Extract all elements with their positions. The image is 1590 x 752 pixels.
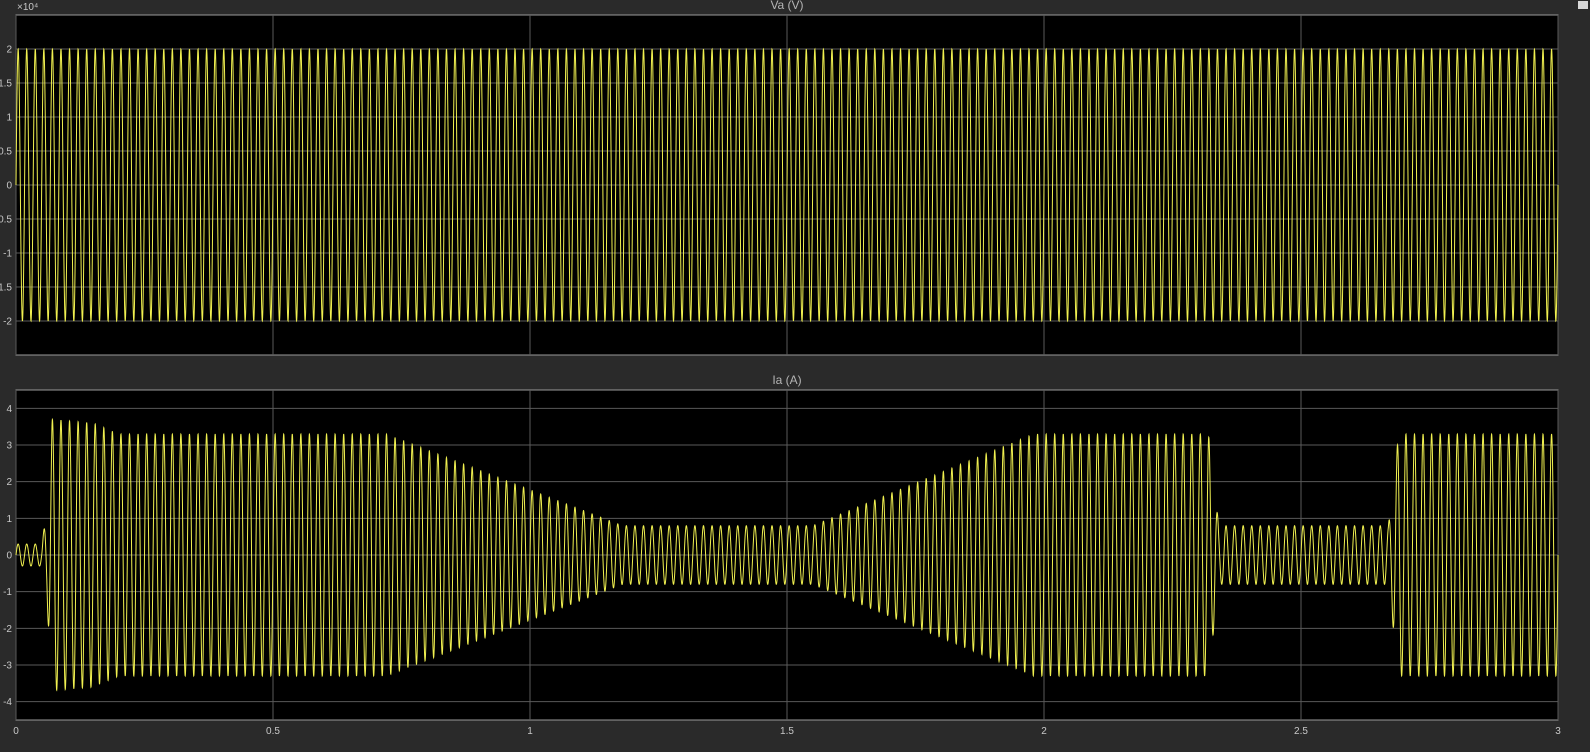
y-tick-label: 2	[6, 477, 12, 488]
x-tick-label: 2	[1041, 726, 1047, 737]
y-tick-label: 1	[6, 514, 12, 525]
panel-title: Va (V)	[770, 0, 803, 12]
scope-figure: 2 1.5 1 0.5 0 0.5 -1 1.5 -2 Va (V) ×10⁴ 4 3 2 1 0 -1 -2 -3…	[0, 0, 1588, 737]
y-tick-label: 2	[6, 45, 12, 56]
y-tick-label: -2	[3, 624, 12, 635]
y-tick-label: 0.5	[0, 147, 12, 158]
y-tick-label: 4	[6, 404, 12, 415]
scope-panel-1: 2 1.5 1 0.5 0 0.5 -1 1.5 -2 Va (V) ×10⁴	[0, 0, 1559, 356]
y-tick-label: 0	[6, 181, 12, 192]
x-tick-label: 1.5	[780, 726, 794, 737]
axis-exponent-label: ×10⁴	[17, 2, 38, 13]
y-tick-label: 3	[6, 441, 12, 452]
y-tick-label: -1	[3, 249, 12, 260]
y-tick-label: 1.5	[0, 79, 12, 90]
x-tick-label: 0.5	[266, 726, 280, 737]
x-tick-label: 0	[13, 726, 19, 737]
x-tick-label: 2.5	[1294, 726, 1308, 737]
resize-grip-icon[interactable]	[1578, 1, 1588, 9]
y-tick-label: 1	[6, 113, 12, 124]
y-tick-label: -4	[3, 697, 12, 708]
x-tick-label: 1	[527, 726, 533, 737]
scope-panel-2: 4 3 2 1 0 -1 -2 -3 -4 Ia (A) 0 0.5 1 1.5 2 2.5 3	[3, 373, 1561, 737]
y-tick-label: -3	[3, 661, 12, 672]
y-tick-label: 0	[6, 551, 12, 562]
y-tick-label: 0.5	[0, 215, 12, 226]
panel-title: Ia (A)	[772, 373, 801, 387]
x-tick-label: 3	[1555, 726, 1561, 737]
y-tick-label: 1.5	[0, 283, 12, 294]
y-tick-label: -2	[3, 317, 12, 328]
y-tick-label: -1	[3, 587, 12, 598]
